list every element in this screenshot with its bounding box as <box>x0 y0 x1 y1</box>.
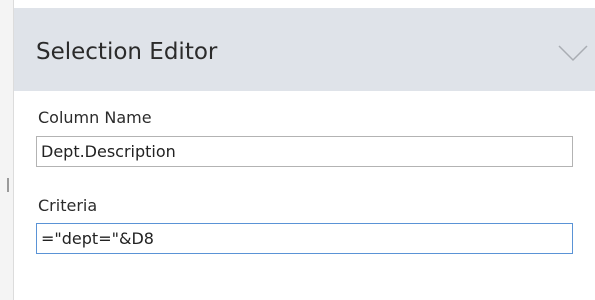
panel-title: Selection Editor <box>36 39 218 65</box>
criteria-label: Criteria <box>38 196 98 215</box>
criteria-field[interactable] <box>36 223 573 254</box>
column-name-field[interactable] <box>36 136 573 167</box>
column-name-label: Column Name <box>38 108 152 127</box>
selection-editor-window: Selection Editor Column Name Criteria <box>0 0 595 300</box>
chevron-down-icon[interactable] <box>558 44 588 62</box>
splitter-handle[interactable] <box>7 178 9 192</box>
left-gutter <box>0 0 13 300</box>
panel-header[interactable]: Selection Editor <box>14 8 595 91</box>
selection-editor-panel: Selection Editor Column Name Criteria <box>13 0 595 300</box>
